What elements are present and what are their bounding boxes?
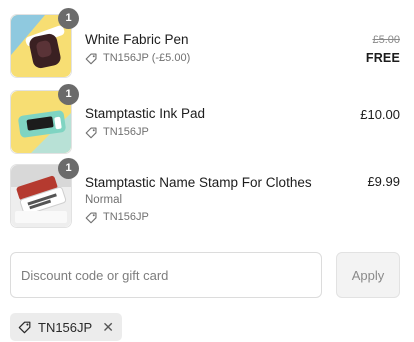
product-title: Stamptastic Ink Pad	[85, 106, 206, 121]
order-summary-panel: 1 White Fabric Pen TN156JP (-£5.00) £5.0…	[0, 0, 414, 342]
tag-icon	[85, 211, 98, 224]
quantity-badge: 1	[58, 8, 79, 29]
final-price: FREE	[365, 51, 400, 65]
discount-code-text: TN156JP	[103, 126, 149, 138]
applied-discount-line: TN156JP	[85, 210, 320, 224]
product-thumbnail: 1	[10, 158, 79, 228]
discount-code-input[interactable]	[10, 252, 322, 298]
tag-icon	[85, 126, 98, 139]
product-title: Stamptastic Name Stamp For Clothes	[85, 175, 312, 190]
applied-discount-line: TN156JP (-£5.00)	[85, 51, 320, 65]
applied-discount-line: TN156JP	[85, 125, 320, 139]
item-info: Stamptastic Name Stamp For Clothes Norma…	[85, 174, 320, 224]
discount-code-text: TN156JP	[103, 211, 149, 223]
quantity-badge: 1	[58, 84, 79, 105]
product-thumbnail: 1	[10, 8, 79, 78]
item-info: White Fabric Pen TN156JP (-£5.00)	[85, 31, 320, 65]
product-thumbnail: 1	[10, 84, 79, 154]
discount-form: Apply	[10, 252, 400, 300]
product-title: White Fabric Pen	[85, 32, 189, 47]
apply-button[interactable]: Apply	[336, 252, 400, 298]
line-item: 1 Stamptastic Ink Pad TN156JP £10.00	[10, 84, 400, 154]
final-price: £9.99	[367, 174, 400, 189]
tag-icon	[85, 52, 98, 65]
price-block: £10.00	[360, 107, 400, 122]
product-variant: Normal	[85, 194, 123, 206]
line-item: 1 White Fabric Pen TN156JP (-£5.00) £5.0…	[10, 8, 400, 78]
tag-icon	[18, 320, 32, 334]
discount-code-text: TN156JP (-£5.00)	[103, 52, 191, 64]
line-item: 1 Stamptastic Name Stamp For Clothes Nor…	[10, 158, 400, 228]
original-price: £5.00	[372, 34, 400, 46]
remove-discount-icon[interactable]: ✕	[102, 320, 114, 334]
quantity-badge: 1	[58, 158, 79, 179]
item-info: Stamptastic Ink Pad TN156JP	[85, 105, 320, 139]
applied-code-label: TN156JP	[38, 319, 93, 335]
final-price: £10.00	[360, 107, 400, 122]
price-block: £5.00 FREE	[366, 33, 400, 65]
applied-discount-tag: TN156JP ✕	[10, 313, 122, 341]
price-block: £9.99	[367, 174, 400, 189]
